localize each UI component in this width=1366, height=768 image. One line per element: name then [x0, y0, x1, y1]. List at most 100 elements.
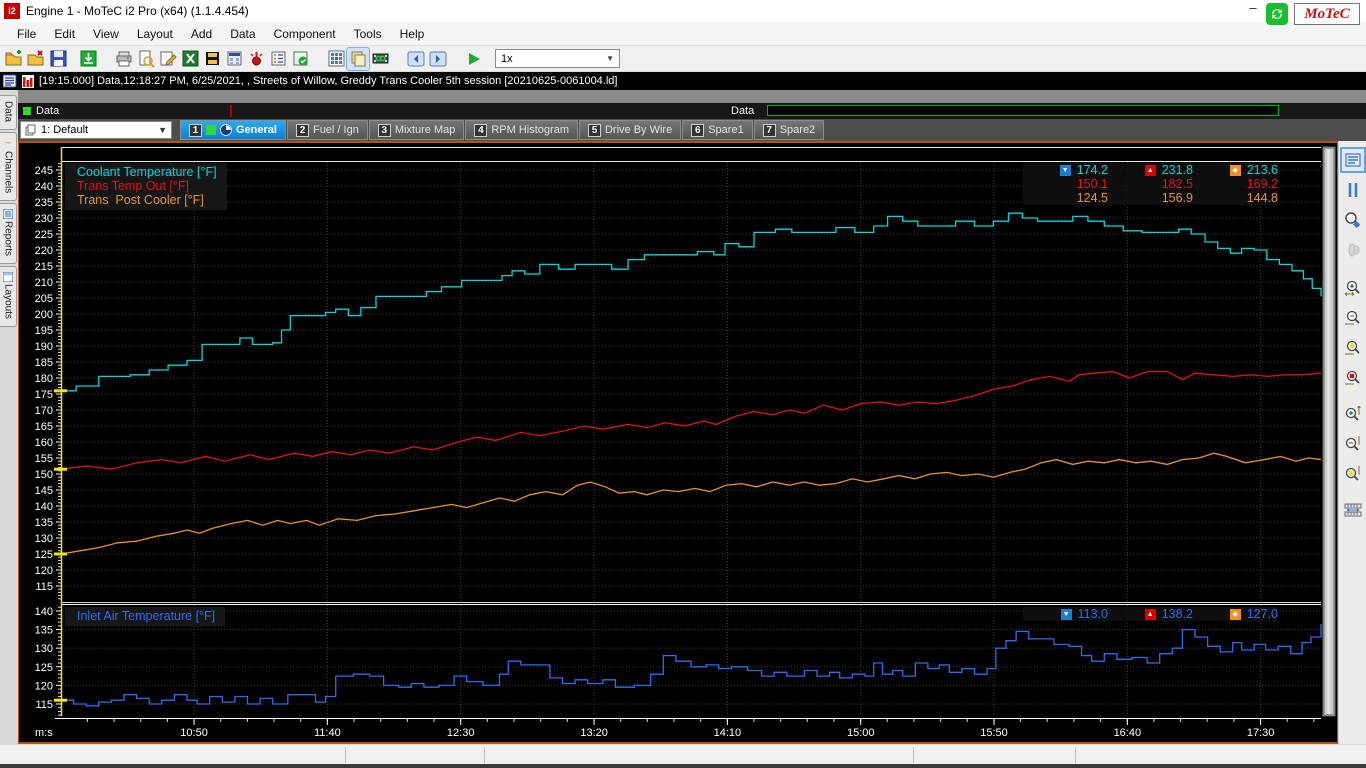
play-button[interactable] — [463, 48, 485, 70]
zoom-cursor-time-button[interactable] — [1342, 337, 1364, 359]
tab-mixture-map[interactable]: 3Mixture Map — [369, 120, 465, 140]
worksheet-selector[interactable]: 1: Default ▼ — [20, 121, 172, 139]
close-file-button[interactable] — [25, 48, 47, 70]
tab-fuel-ign[interactable]: 2Fuel / Ign — [287, 120, 368, 140]
menu-data[interactable]: Data — [221, 24, 264, 44]
svg-text:115: 115 — [35, 699, 53, 711]
channels-icon: ~ — [5, 138, 11, 149]
svg-text:190: 190 — [35, 341, 53, 353]
menubar: File Edit View Layout Add Data Component… — [0, 22, 1366, 46]
log-file-icon — [22, 75, 34, 88]
verify-button[interactable] — [289, 48, 311, 70]
svg-text:235: 235 — [35, 197, 53, 209]
menu-layout[interactable]: Layout — [128, 24, 182, 44]
tab-general[interactable]: 1 General — [180, 120, 286, 140]
svg-text:210: 210 — [35, 277, 53, 289]
details-icon[interactable] — [3, 74, 17, 88]
tab-spare2[interactable]: 7Spare2 — [754, 120, 824, 140]
svg-text:180: 180 — [35, 373, 53, 385]
time-ruler-button[interactable] — [1342, 499, 1364, 521]
tab-active-indicator — [206, 125, 216, 135]
svg-text:125: 125 — [35, 549, 53, 561]
zoom-cursor-vertical-button[interactable] — [1342, 463, 1364, 485]
pane-label-left: Data — [36, 105, 59, 117]
menu-edit[interactable]: Edit — [45, 24, 84, 44]
save-button[interactable] — [47, 48, 69, 70]
maths-button[interactable] — [223, 48, 245, 70]
values-display-button[interactable] — [1342, 149, 1364, 171]
chart-tools-strip — [1338, 141, 1366, 744]
svg-text:220: 220 — [35, 245, 53, 257]
menu-add[interactable]: Add — [182, 24, 221, 44]
zoom-box-button[interactable] — [1342, 209, 1364, 231]
tab-rpm-histogram[interactable]: 4RPM Histogram — [465, 120, 578, 140]
svg-text:195: 195 — [35, 325, 53, 337]
active-pane-indicator — [23, 107, 31, 115]
svg-text:205: 205 — [35, 293, 53, 305]
legend-coolant-temperature: Coolant Temperature [°F] — [77, 165, 217, 179]
zoom-in-time-button[interactable] — [1342, 277, 1364, 299]
legend-trans-post-cooler: Trans Post Cooler [°F] — [77, 193, 217, 207]
menu-view[interactable]: View — [84, 24, 128, 44]
tab-drive-by-wire[interactable]: 5Drive By Wire — [579, 120, 681, 140]
chart-plot-area[interactable]: 2452402352302252202152102052001951901851… — [19, 143, 1337, 742]
menu-file[interactable]: File — [8, 24, 45, 44]
print-button[interactable] — [113, 48, 135, 70]
minimize-button[interactable]: – — [1244, 0, 1262, 16]
worksheet-gap — [18, 90, 1366, 103]
screen-edge — [0, 764, 1366, 768]
svg-text:11:40: 11:40 — [314, 727, 341, 739]
cursor-bars-button[interactable] — [1342, 179, 1364, 201]
svg-text:15:00: 15:00 — [847, 727, 875, 739]
max-icon: ▲ — [1145, 165, 1156, 176]
open-file-button[interactable] — [3, 48, 25, 70]
zoom-out-vertical-button[interactable] — [1342, 433, 1364, 455]
prev-lap-button[interactable] — [405, 48, 427, 70]
status-bar — [0, 744, 1366, 764]
svg-text:200: 200 — [35, 309, 53, 321]
zoom-default-button[interactable] — [1342, 367, 1364, 389]
time-distance-chart[interactable]: 2452402352302252202152102052001951901851… — [18, 141, 1338, 744]
export-button[interactable] — [77, 48, 99, 70]
svg-text:125: 125 — [35, 662, 53, 674]
svg-text:160: 160 — [35, 437, 53, 449]
reports-icon — [3, 209, 13, 219]
svg-text:140: 140 — [35, 606, 53, 618]
min-icon: ▼ — [1061, 609, 1072, 620]
layout-grid-button[interactable] — [325, 48, 347, 70]
video-button[interactable] — [201, 48, 223, 70]
next-lap-button[interactable] — [427, 48, 449, 70]
worksheet-pages-button[interactable] — [347, 48, 369, 70]
sidebar-tab-reports[interactable]: Reports — [0, 203, 17, 264]
menu-component[interactable]: Component — [265, 24, 345, 44]
properties-button[interactable] — [267, 48, 289, 70]
menu-help[interactable]: Help — [391, 24, 434, 44]
sidebar-tab-layouts[interactable]: Layouts — [0, 266, 17, 327]
svg-text:230: 230 — [35, 213, 53, 225]
sidebar-tab-channels[interactable]: ~Channels — [0, 132, 17, 201]
left-sidebar: Data ~Channels Reports Layouts — [0, 90, 18, 744]
motec-logo: MoTeC — [1294, 3, 1360, 25]
tab-spare1[interactable]: 6Spare1 — [682, 120, 752, 140]
titlebar: i2 Engine 1 - MoTeC i2 Pro (x64) (1.1.4.… — [0, 0, 1366, 22]
main-toolbar: 1x▼ — [0, 46, 1366, 72]
svg-text:175: 175 — [35, 389, 53, 401]
legend-inlet-air-temperature: Inlet Air Temperature [°F] — [77, 609, 215, 623]
playback-speed-select[interactable]: 1x▼ — [495, 49, 620, 68]
sync-icon[interactable] — [1266, 3, 1288, 25]
sidebar-tab-data[interactable]: Data — [0, 95, 17, 130]
svg-text:12:30: 12:30 — [447, 727, 475, 739]
print-preview-button[interactable] — [135, 48, 157, 70]
min-icon: ▼ — [1060, 165, 1071, 176]
app-icon: i2 — [4, 3, 20, 19]
alarms-button[interactable] — [245, 48, 267, 70]
excel-export-button[interactable] — [179, 48, 201, 70]
edit-details-button[interactable] — [157, 48, 179, 70]
pan-button[interactable] — [1342, 239, 1364, 261]
svg-text:245: 245 — [35, 165, 53, 177]
link-video-button[interactable] — [369, 48, 391, 70]
data-info-bar: [19:15.000] Data,12:18:27 PM, 6/25/2021,… — [0, 72, 1366, 90]
zoom-in-vertical-button[interactable] — [1342, 403, 1364, 425]
zoom-out-time-button[interactable] — [1342, 307, 1364, 329]
menu-tools[interactable]: Tools — [345, 24, 391, 44]
